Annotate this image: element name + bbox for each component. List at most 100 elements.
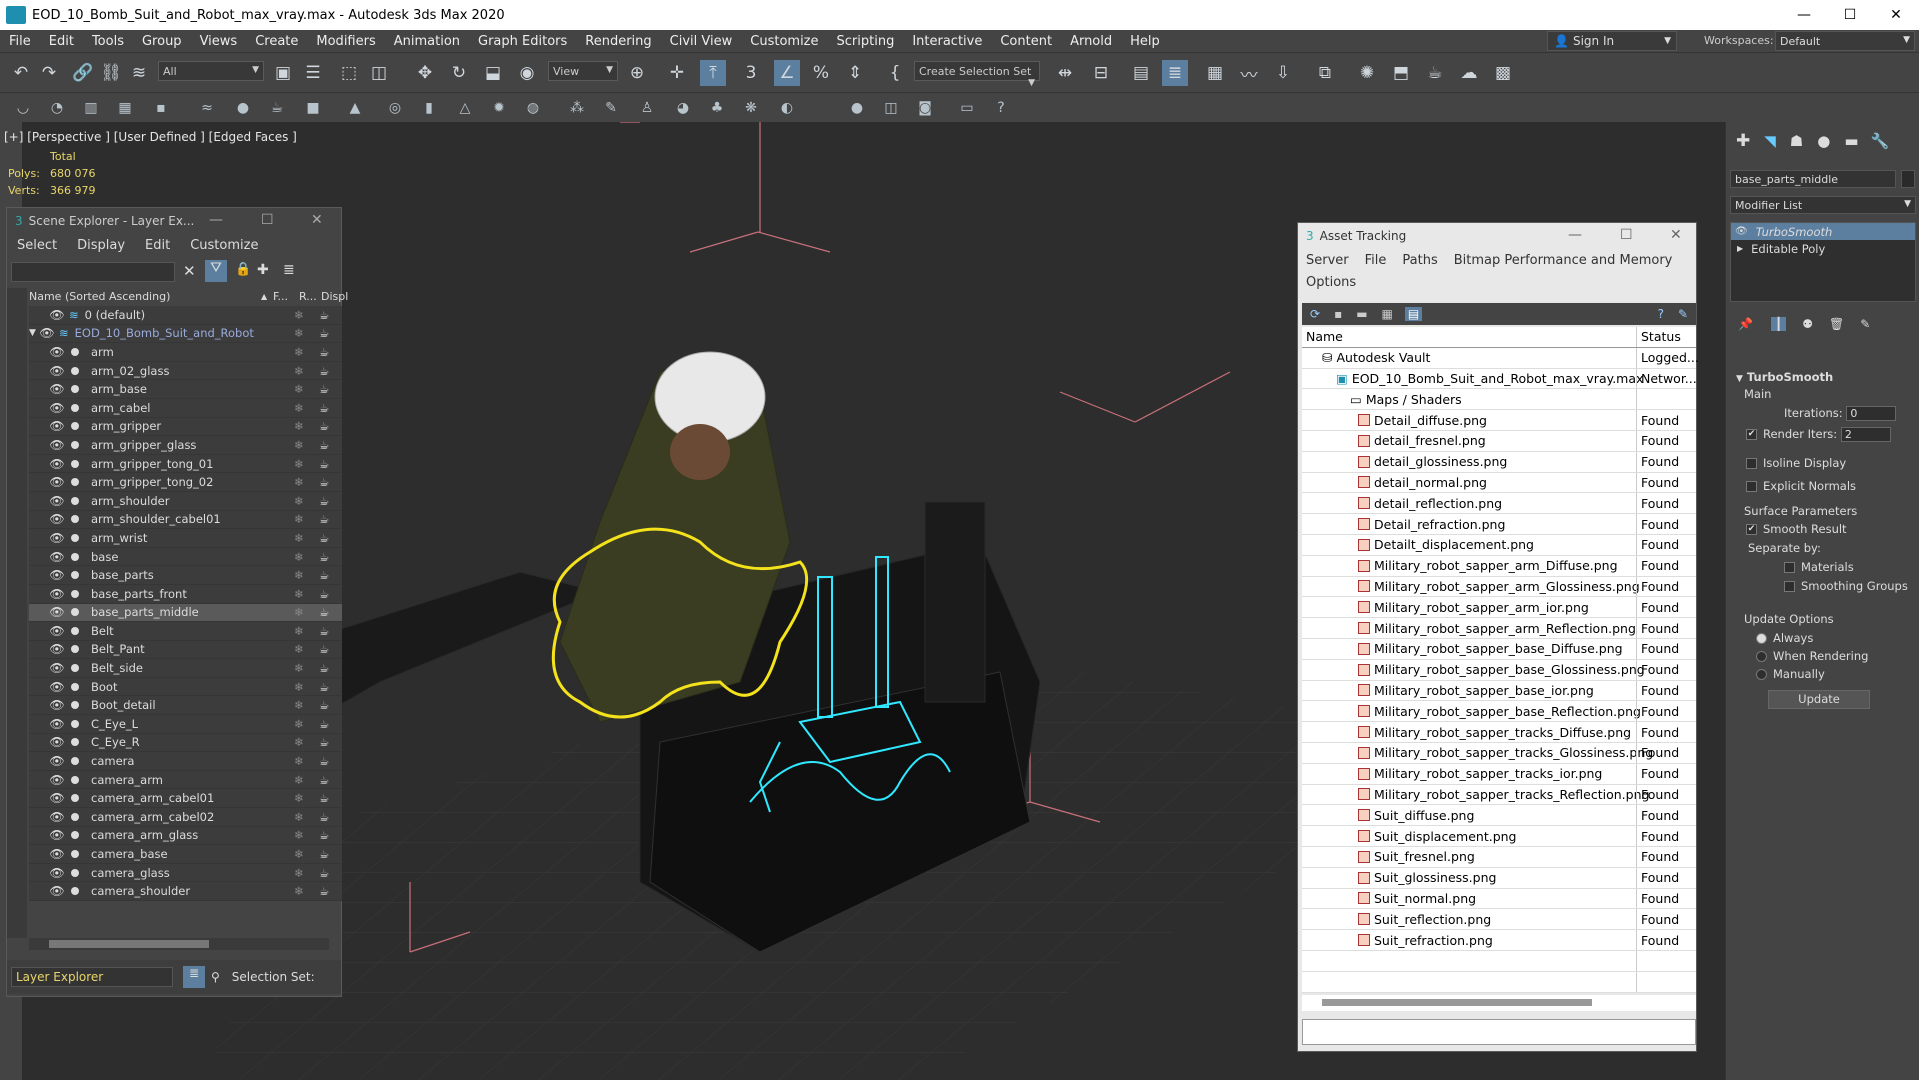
eye-icon[interactable]: 👁: [49, 345, 65, 359]
menu-help[interactable]: Help: [1121, 34, 1169, 49]
sign-in-dropdown[interactable]: 👤 Sign In ▼: [1547, 31, 1677, 51]
eye-icon[interactable]: 👁: [49, 401, 65, 415]
menu-rendering[interactable]: Rendering: [576, 34, 660, 49]
render-icon[interactable]: ☕: [319, 866, 329, 880]
asset-file-row[interactable]: Suit_diffuse.png Found: [1302, 805, 1696, 827]
render-icon[interactable]: ☕: [319, 531, 329, 545]
minimize-button[interactable]: —: [1568, 227, 1582, 243]
select-object-icon[interactable]: ▣: [270, 60, 296, 86]
refresh-icon[interactable]: ⟳: [1310, 307, 1320, 321]
freeze-icon[interactable]: ❄: [294, 587, 304, 601]
menu-select[interactable]: Select: [7, 238, 67, 253]
freeze-icon[interactable]: ❄: [294, 401, 304, 415]
render-sphere-icon[interactable]: ●: [846, 97, 868, 119]
freeze-icon[interactable]: ❄: [294, 773, 304, 787]
eye-icon[interactable]: 👁: [49, 884, 65, 898]
menu-edit[interactable]: Edit: [40, 34, 83, 49]
render-production-icon[interactable]: ☁: [1456, 60, 1482, 86]
eye-icon[interactable]: 👁: [49, 605, 65, 619]
biped-icon[interactable]: ♙: [636, 97, 658, 119]
eye-icon[interactable]: 👁: [49, 661, 65, 675]
render-icon[interactable]: ☕: [319, 661, 329, 675]
render-icon[interactable]: ☕: [319, 308, 329, 322]
minimize-button[interactable]: —: [1781, 0, 1827, 30]
scene-object-row[interactable]: 👁 arm_shoulder_cabel01 ❄ ☕: [29, 511, 342, 530]
scene-object-row[interactable]: 👁 Belt_Pant ❄ ☕: [29, 641, 342, 660]
close-button[interactable]: ✕: [1873, 0, 1919, 30]
eye-icon[interactable]: 👁: [49, 847, 65, 861]
eye-icon[interactable]: 👁: [49, 587, 65, 601]
asset-path-field[interactable]: [1302, 1019, 1696, 1045]
render-iters-checkbox[interactable]: ✔: [1746, 429, 1757, 440]
scene-object-row[interactable]: 👁 camera_base ❄ ☕: [29, 845, 342, 864]
keyboard-shortcut-override-icon[interactable]: ⤒: [700, 60, 726, 86]
asset-file-row[interactable]: detail_reflection.png Found: [1302, 493, 1696, 515]
eye-icon[interactable]: 👁: [49, 866, 65, 880]
particle-icon[interactable]: ⁂: [566, 97, 588, 119]
eye-icon[interactable]: 👁: [49, 624, 65, 638]
maximize-button[interactable]: ☐: [1620, 227, 1633, 243]
eye-icon[interactable]: 👁: [49, 680, 65, 694]
asset-tracking-titlebar[interactable]: 3 Asset Tracking — ☐ ✕: [1298, 223, 1696, 249]
menu-graph-editors[interactable]: Graph Editors: [469, 34, 576, 49]
details-icon[interactable]: ▬: [1356, 307, 1367, 321]
layers-icon[interactable]: ≣: [283, 262, 295, 278]
render-icon[interactable]: ☕: [319, 401, 329, 415]
render-icon[interactable]: ☕: [319, 847, 329, 861]
eye-icon[interactable]: 👁: [49, 828, 65, 842]
render-icon[interactable]: ☕: [319, 457, 329, 471]
eye-icon[interactable]: 👁: [49, 550, 65, 564]
help-icon[interactable]: ?: [990, 97, 1012, 119]
eye-icon[interactable]: 👁: [49, 698, 65, 712]
asset-file-row[interactable]: Detailt_displacement.png Found: [1302, 534, 1696, 556]
scene-object-row[interactable]: 👁 camera_glass ❄ ☕: [29, 864, 342, 883]
motion-tab-icon[interactable]: ●: [1817, 132, 1830, 150]
asset-file-row[interactable]: Military_robot_sapper_arm_Glossiness.png…: [1302, 576, 1696, 598]
asset-file-row[interactable]: Detail_diffuse.png Found: [1302, 410, 1696, 431]
eye-icon[interactable]: 👁: [49, 642, 65, 656]
teapot-icon[interactable]: ☕: [266, 97, 288, 119]
render-icon[interactable]: ☕: [319, 698, 329, 712]
scene-object-row[interactable]: 👁 base_parts ❄ ☕: [29, 566, 342, 585]
asset-file-row[interactable]: Suit_displacement.png Found: [1302, 826, 1696, 847]
scene-object-row[interactable]: 👁 base_parts_front ❄ ☕: [29, 585, 342, 604]
eye-icon[interactable]: 👁: [49, 810, 65, 824]
sphere-icon[interactable]: ●: [232, 97, 254, 119]
update-button[interactable]: Update: [1768, 690, 1870, 709]
render-icon[interactable]: ☕: [319, 810, 329, 824]
eye-icon[interactable]: 👁: [49, 531, 65, 545]
eye-icon[interactable]: 👁: [49, 438, 65, 452]
pin-stack-icon[interactable]: 📌: [1738, 317, 1753, 331]
unlink-icon[interactable]: ⛓: [98, 60, 124, 86]
menu-paths[interactable]: Paths: [1394, 253, 1445, 268]
freeze-icon[interactable]: ❄: [294, 568, 304, 582]
align-icon[interactable]: ⊟: [1088, 60, 1114, 86]
scene-object-row[interactable]: 👁 base ❄ ☕: [29, 548, 342, 567]
table-icon[interactable]: ▦: [114, 97, 136, 119]
make-unique-icon[interactable]: ⚉: [1802, 317, 1813, 331]
torus-icon[interactable]: ◎: [384, 97, 406, 119]
eye-icon[interactable]: 👁: [49, 382, 65, 396]
freeze-icon[interactable]: ❄: [294, 642, 304, 656]
asset-file-row[interactable]: Military_robot_sapper_tracks_ior.png Foun…: [1302, 763, 1696, 785]
toggle-scene-explorer-icon[interactable]: ▤: [1128, 60, 1154, 86]
col-r-header[interactable]: R...: [299, 290, 317, 303]
asset-file-row[interactable]: Military_robot_sapper_arm_Reflection.png…: [1302, 618, 1696, 639]
asset-horizontal-scrollbar[interactable]: [1302, 995, 1696, 1011]
eye-icon[interactable]: 👁: [49, 512, 65, 526]
eye-icon[interactable]: 👁: [49, 475, 65, 489]
material-editor-icon[interactable]: ✺: [1354, 60, 1380, 86]
scene-object-row[interactable]: 👁 camera_arm ❄ ☕: [29, 771, 342, 790]
hierarchy-mode-icon[interactable]: ⚲: [211, 970, 220, 984]
object-name-field[interactable]: base_parts_middle: [1730, 170, 1896, 188]
freeze-icon[interactable]: ❄: [294, 512, 304, 526]
menu-display[interactable]: Display: [67, 238, 135, 253]
eye-icon[interactable]: 👁: [49, 791, 65, 805]
pyramid-icon[interactable]: △: [454, 97, 476, 119]
grid-view-icon[interactable]: ▦: [1382, 307, 1393, 321]
asset-file-row[interactable]: Detail_refraction.png Found: [1302, 514, 1696, 535]
bind-space-warp-icon[interactable]: ≋: [126, 60, 152, 86]
menu-customize[interactable]: Customize: [741, 34, 827, 49]
scene-object-row[interactable]: 👁 camera_arm_cabel01 ❄ ☕: [29, 789, 342, 809]
pivot-center-icon[interactable]: ⊕: [624, 60, 650, 86]
